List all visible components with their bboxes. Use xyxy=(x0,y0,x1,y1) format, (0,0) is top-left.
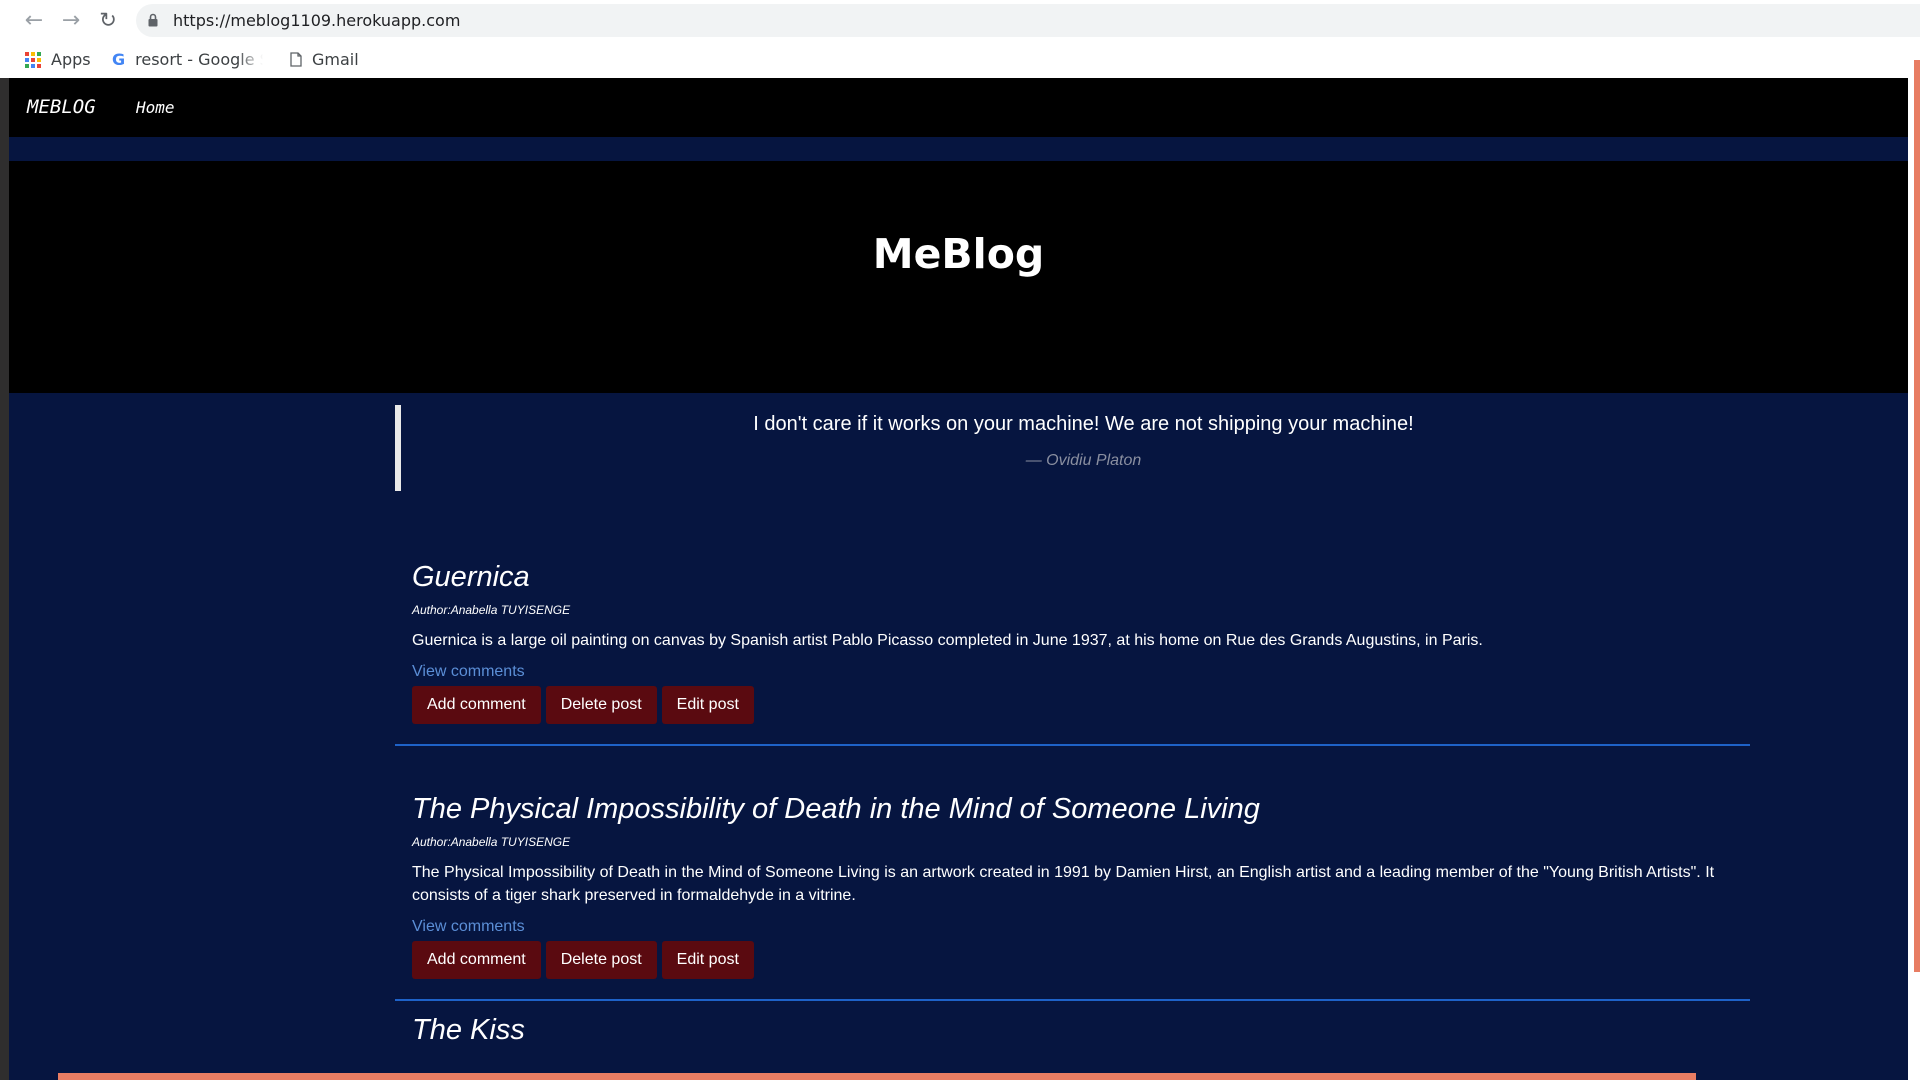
google-icon: G xyxy=(112,50,126,69)
add-comment-button[interactable]: Add comment xyxy=(412,941,541,979)
post-author: Author:Anabella TUYISENGE xyxy=(412,603,571,617)
bottom-progress-bar xyxy=(58,1073,1696,1080)
view-comments-link[interactable]: View comments xyxy=(412,917,1750,937)
post-title[interactable]: The Physical Impossibility of Death in t… xyxy=(412,792,1750,826)
url-text[interactable]: https://meblog1109.herokuapp.com xyxy=(173,4,460,37)
quote-text: I don't care if it works on your machine… xyxy=(753,413,1414,435)
delete-post-button[interactable]: Delete post xyxy=(545,686,657,724)
view-comments-link[interactable]: View comments xyxy=(412,662,1750,682)
site-brand[interactable]: MEBLOG xyxy=(27,78,96,137)
post-actions: Add comment Delete post Edit post xyxy=(412,941,1750,979)
scrollbar-thumb[interactable] xyxy=(1914,60,1920,972)
bookmark-label: resort - Google S xyxy=(135,50,264,69)
bookmark-gmail[interactable]: Gmail xyxy=(290,41,359,78)
bookmark-label: Gmail xyxy=(312,50,359,69)
post-title[interactable]: The Kiss xyxy=(412,1013,525,1047)
add-comment-button[interactable]: Add comment xyxy=(412,686,541,724)
post-card: The Physical Impossibility of Death in t… xyxy=(395,792,1750,1001)
arrow-right-icon: → xyxy=(61,7,81,33)
bookmark-label: Apps xyxy=(51,50,91,69)
hero-banner: MeBlog xyxy=(9,161,1908,393)
bookmark-apps[interactable]: Apps xyxy=(25,41,91,78)
forward-button[interactable]: → xyxy=(58,7,84,33)
hero-title: MeBlog xyxy=(872,230,1045,278)
bookmark-resort[interactable]: G resort - Google S xyxy=(112,41,264,78)
post-actions: Add comment Delete post Edit post xyxy=(412,686,1750,724)
address-bar[interactable]: https://meblog1109.herokuapp.com xyxy=(136,4,1920,37)
post-card: The Kiss xyxy=(412,1013,525,1047)
browser-toolbar: ← → ↻ https://meblog1109.herokuapp.com xyxy=(0,0,1920,41)
reload-button[interactable]: ↻ xyxy=(95,7,121,33)
post-body: The Physical Impossibility of Death in t… xyxy=(412,864,1715,904)
apps-grid-icon xyxy=(25,51,41,68)
bookmarks-bar: Apps G resort - Google S Gmail xyxy=(0,41,1920,78)
post-card: Guernica Author:Anabella TUYISENGE Guern… xyxy=(395,560,1750,746)
delete-post-button[interactable]: Delete post xyxy=(545,941,657,979)
window-edge xyxy=(0,78,9,1080)
edit-post-button[interactable]: Edit post xyxy=(661,686,754,724)
blockquote: I don't care if it works on your machine… xyxy=(395,405,1766,491)
quote-author: — Ovidiu Platon xyxy=(1025,452,1142,469)
site-navbar: MEBLOG Home xyxy=(9,78,1908,137)
reload-icon: ↻ xyxy=(99,8,117,32)
arrow-left-icon: ← xyxy=(24,7,44,33)
post-author: Author:Anabella TUYISENGE xyxy=(412,835,571,849)
post-body: Guernica is a large oil painting on canv… xyxy=(412,632,1483,649)
web-page: MEBLOG Home MeBlog I don't care if it wo… xyxy=(9,78,1908,1080)
back-button[interactable]: ← xyxy=(21,7,47,33)
page-icon xyxy=(290,52,302,67)
edit-post-button[interactable]: Edit post xyxy=(661,941,754,979)
lock-icon xyxy=(148,13,158,27)
nav-link-home[interactable]: Home xyxy=(136,78,175,137)
post-title[interactable]: Guernica xyxy=(412,560,1750,594)
